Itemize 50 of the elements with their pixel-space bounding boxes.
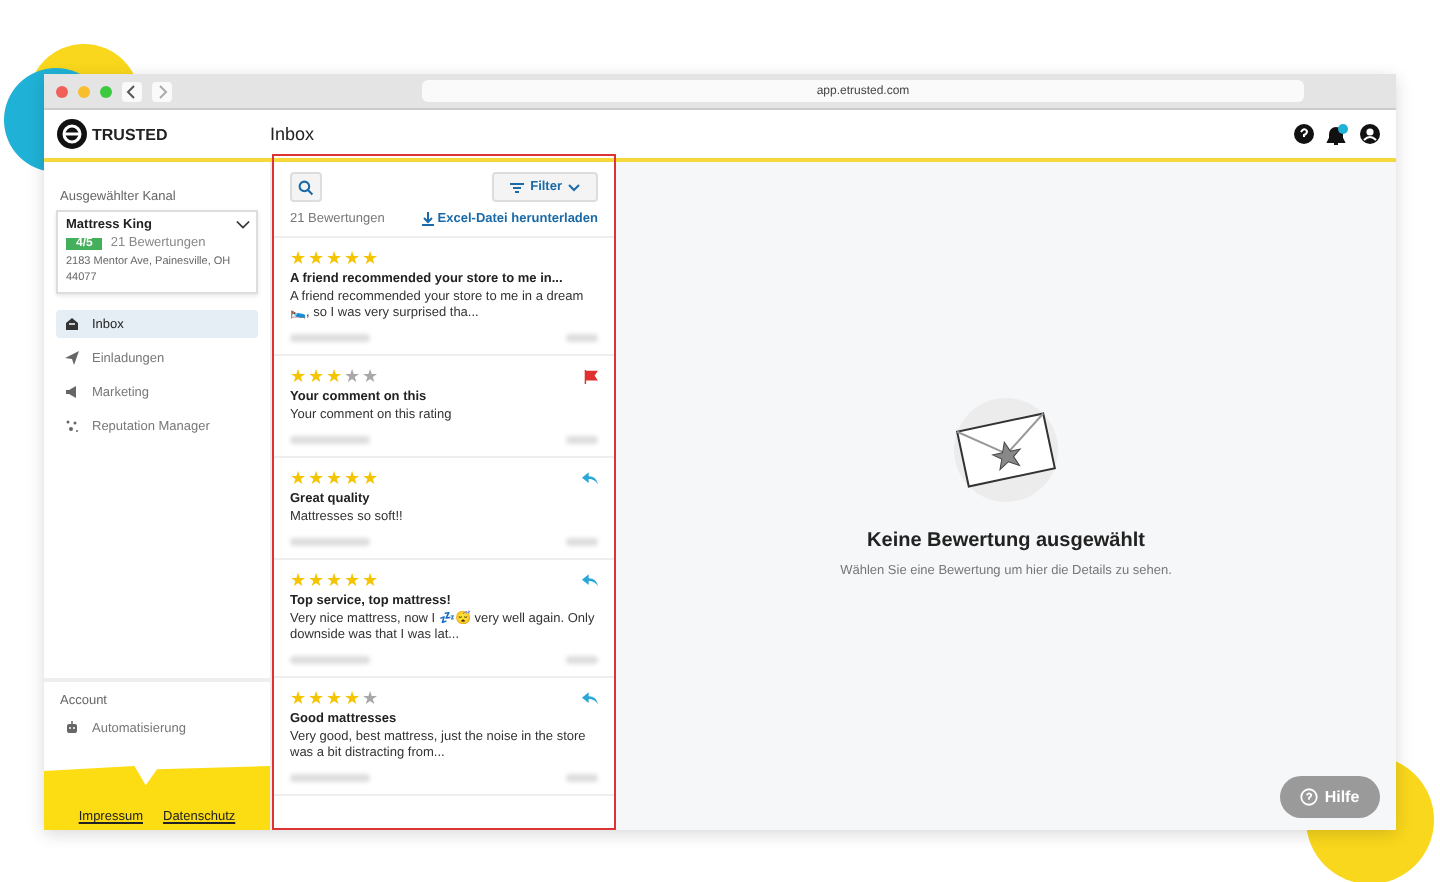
reply-icon[interactable] [582,692,598,706]
star-icon: ★ [326,690,342,708]
star-icon: ★ [326,368,342,386]
star-icon: ★ [308,250,324,268]
star-icon: ★ [308,690,324,708]
reply-icon[interactable] [582,574,598,588]
star-icon: ★ [362,690,378,708]
star-icon: ★ [362,250,378,268]
send-icon [64,350,80,366]
star-icon: ★ [344,690,360,708]
sparkle-icon [64,418,80,434]
inbox-icon [64,316,80,332]
star-icon: ★ [344,470,360,488]
filter-icon [510,181,525,193]
account-icon[interactable] [1360,124,1380,144]
page-title: Inbox [270,124,317,144]
star-icon: ★ [290,368,306,386]
logo-icon [56,118,88,150]
empty-state-title: Keine Bewertung ausgewählt [867,530,1145,552]
megaphone-icon [64,384,80,400]
star-icon: ★ [290,572,306,590]
close-icon[interactable] [56,85,68,97]
star-icon: ★ [326,470,342,488]
star-icon: ★ [290,690,306,708]
help-icon[interactable] [1294,124,1314,144]
star-icon: ★ [362,572,378,590]
robot-icon [64,720,80,736]
chevron-down-icon[interactable] [236,220,250,230]
back-icon[interactable] [122,81,142,101]
star-icon: ★ [326,250,342,268]
chevron-down-icon [568,183,580,191]
star-icon: ★ [326,572,342,590]
star-icon: ★ [308,368,324,386]
star-icon: ★ [290,250,306,268]
star-icon: ★ [344,368,360,386]
reply-icon[interactable] [582,472,598,486]
star-icon: ★ [290,470,306,488]
star-icon: ★ [308,572,324,590]
notification-bell-icon[interactable] [1326,123,1348,145]
search-icon [298,179,314,195]
logo-text: TRUSTED [92,125,168,143]
question-mark-icon [1300,788,1319,806]
star-icon: ★ [344,250,360,268]
star-icon: ★ [308,470,324,488]
star-icon: ★ [362,470,378,488]
download-icon [421,212,434,226]
star-icon: ★ [362,368,378,386]
search-button[interactable] [290,172,322,202]
flag-icon[interactable] [584,370,598,384]
star-icon: ★ [344,572,360,590]
